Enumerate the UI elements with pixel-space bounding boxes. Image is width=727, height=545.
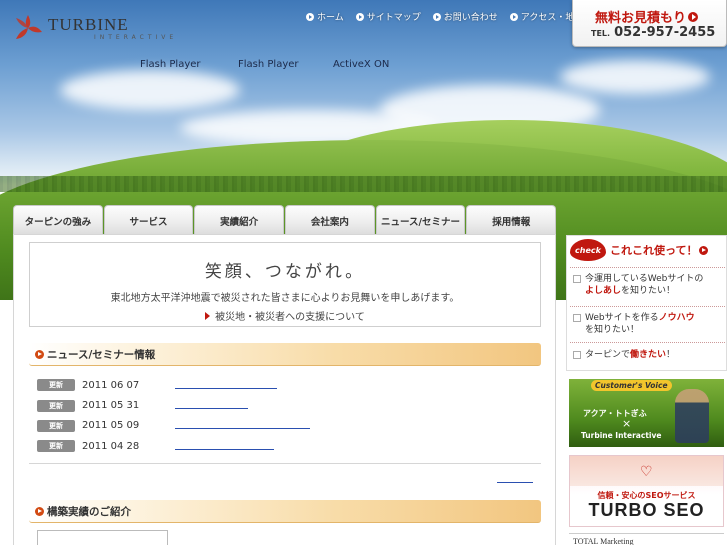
- update-badge: 更新: [37, 379, 75, 392]
- earthquake-notice: 笑顔、つながれ。 東北地方太平洋沖地震で被災された皆さまに心よりお見舞いを申しあ…: [29, 242, 541, 327]
- total-marketing-banner[interactable]: TOTAL Marketing: [569, 533, 724, 545]
- flash-player-link-2[interactable]: Flash Player: [238, 59, 333, 70]
- cross-mark: ×: [622, 417, 632, 430]
- main-content: 笑顔、つながれ。 東北地方太平洋沖地震で被災された皆さまに心よりお見舞いを申しあ…: [13, 234, 556, 545]
- tab-services[interactable]: サービス: [103, 205, 194, 235]
- free-estimate-button[interactable]: 無料お見積もり TEL. 052-957-2455: [572, 0, 727, 47]
- heart-icon: ♡: [640, 464, 653, 480]
- works-section-heading: 構築実績のご紹介: [29, 500, 541, 523]
- arrow-bullet-icon: [432, 12, 441, 21]
- support-link[interactable]: 被災地・被災者への支援について: [30, 308, 540, 323]
- check-item-knowhow[interactable]: Webサイトを作るノウハウを知りたい！: [573, 312, 723, 336]
- phone-number: 052-957-2455: [614, 25, 716, 40]
- logo-subtitle: INTERACTIVE: [94, 33, 178, 41]
- arrow-circle-icon: [35, 349, 44, 359]
- checkbox-icon: [573, 351, 581, 359]
- divider: [29, 463, 541, 464]
- logo-name: TURBINE: [48, 14, 129, 34]
- news-list: 更新 2011 06 07 更新 2011 05 31 更新 2011 05 0…: [37, 375, 537, 457]
- news-date: 2011 05 09: [82, 420, 140, 432]
- tab-strengths[interactable]: ターピンの強み: [13, 205, 103, 235]
- update-badge: 更新: [37, 419, 75, 432]
- client-name: アクア・トトぎふ: [583, 409, 647, 418]
- tab-recruit[interactable]: 採用情報: [466, 205, 557, 235]
- customer-voice-tag: Customer's Voice: [591, 380, 672, 391]
- check-item-text: Webサイトを作る: [585, 313, 659, 323]
- notice-body: 東北地方太平洋沖地震で被災された皆さまに心よりお見舞いを申しあげます。: [110, 293, 460, 304]
- person-image: [675, 389, 709, 443]
- list-item: 更新 2011 04 28: [37, 436, 537, 456]
- check-item-highlight: よしあし: [585, 286, 622, 296]
- tab-company[interactable]: 会社案内: [285, 205, 375, 235]
- flash-player-link-1[interactable]: Flash Player: [140, 59, 238, 70]
- check-badge: check: [570, 239, 606, 261]
- list-item: 更新 2011 05 31: [37, 395, 537, 415]
- arrow-circle-icon: [35, 506, 44, 516]
- update-badge: 更新: [37, 399, 75, 412]
- check-item-text: ターピンで: [585, 350, 631, 360]
- company-name: Turbine Interactive: [581, 431, 662, 440]
- arrow-bullet-icon: [355, 12, 364, 21]
- news-date: 2011 04 28: [82, 440, 140, 452]
- arrow-circle-icon: [699, 245, 709, 255]
- divider: [570, 342, 725, 343]
- list-item: 更新 2011 06 07: [37, 375, 537, 395]
- news-link[interactable]: [175, 387, 277, 389]
- turbine-logo-icon: [12, 12, 44, 44]
- list-item: 更新 2011 05 09: [37, 416, 537, 436]
- notice-title: 笑顔、つながれ。: [204, 262, 366, 282]
- news-more-link[interactable]: [497, 482, 533, 483]
- tab-news-seminar[interactable]: ニュース/セミナー: [375, 205, 466, 235]
- works-heading-label: 構築実績のご紹介: [47, 505, 131, 518]
- plugin-links: Flash Player Flash Player ActiveX ON: [140, 59, 389, 70]
- news-heading-label: ニュース/セミナー情報: [47, 348, 156, 361]
- check-item-recruit[interactable]: ターピンで働きたい！: [573, 349, 723, 361]
- tel-prefix: TEL.: [591, 29, 611, 38]
- top-navigation: ホーム サイトマップ お問い合わせ アクセス・地図: [306, 10, 583, 23]
- news-link[interactable]: [175, 428, 310, 430]
- total-marketing-label: TOTAL Marketing: [573, 537, 634, 545]
- check-item-text: を知りたい！: [621, 286, 676, 296]
- site-logo[interactable]: TURBINE INTERACTIVE: [12, 12, 177, 44]
- arrow-bullet-icon: [306, 12, 314, 21]
- news-date: 2011 06 07: [82, 379, 140, 391]
- check-title: これこれ使って！: [610, 244, 698, 257]
- check-item-text: を知りたい！: [585, 325, 640, 335]
- estimate-title: 無料お見積もり: [595, 11, 687, 26]
- support-link-label: 被災地・被災者への支援について: [215, 312, 365, 323]
- divider: [570, 306, 725, 307]
- activex-link[interactable]: ActiveX ON: [333, 59, 389, 70]
- triangle-right-icon: [205, 312, 211, 320]
- seo-product-name: TURBO SEO: [588, 500, 705, 520]
- checkbox-icon: [573, 314, 581, 322]
- topnav-home[interactable]: ホーム: [306, 10, 344, 23]
- news-section-heading: ニュース/セミナー情報: [29, 343, 541, 366]
- tab-works[interactable]: 実績紹介: [194, 205, 285, 235]
- arrow-bullet-icon: [509, 12, 518, 21]
- topnav-contact[interactable]: お問い合わせ: [432, 10, 498, 23]
- main-navigation: ターピンの強み サービス 実績紹介 会社案内 ニュース/セミナー 採用情報: [13, 205, 557, 235]
- check-panel: check これこれ使って！ 今運用しているWebサイトの よしあしを知りたい！ …: [566, 235, 727, 371]
- topnav-sitemap-label: サイトマップ: [366, 13, 421, 23]
- news-link[interactable]: [175, 448, 274, 450]
- topnav-home-label: ホーム: [317, 13, 344, 23]
- check-item-text: ！: [666, 350, 676, 360]
- update-badge: 更新: [37, 440, 75, 453]
- news-link[interactable]: [175, 408, 248, 410]
- divider: [570, 267, 725, 268]
- customer-voice-banner[interactable]: Customer's Voice アクア・トトぎふ × Turbine Inte…: [569, 379, 724, 447]
- check-item-text: 今運用しているWebサイトの: [585, 274, 704, 284]
- checkbox-icon: [573, 275, 581, 283]
- topnav-contact-label: お問い合わせ: [443, 13, 498, 23]
- check-item-evaluate[interactable]: 今運用しているWebサイトの よしあしを知りたい！: [573, 273, 723, 297]
- arrow-circle-icon: [688, 11, 699, 22]
- works-thumbnail[interactable]: [37, 530, 168, 545]
- turbo-seo-banner[interactable]: ♡ 信頼・安心のSEOサービス TURBO SEO: [569, 455, 724, 527]
- topnav-sitemap[interactable]: サイトマップ: [355, 10, 421, 23]
- check-item-highlight: 働きたい: [630, 350, 667, 360]
- news-date: 2011 05 31: [82, 400, 140, 412]
- check-item-highlight: ノウハウ: [658, 313, 695, 323]
